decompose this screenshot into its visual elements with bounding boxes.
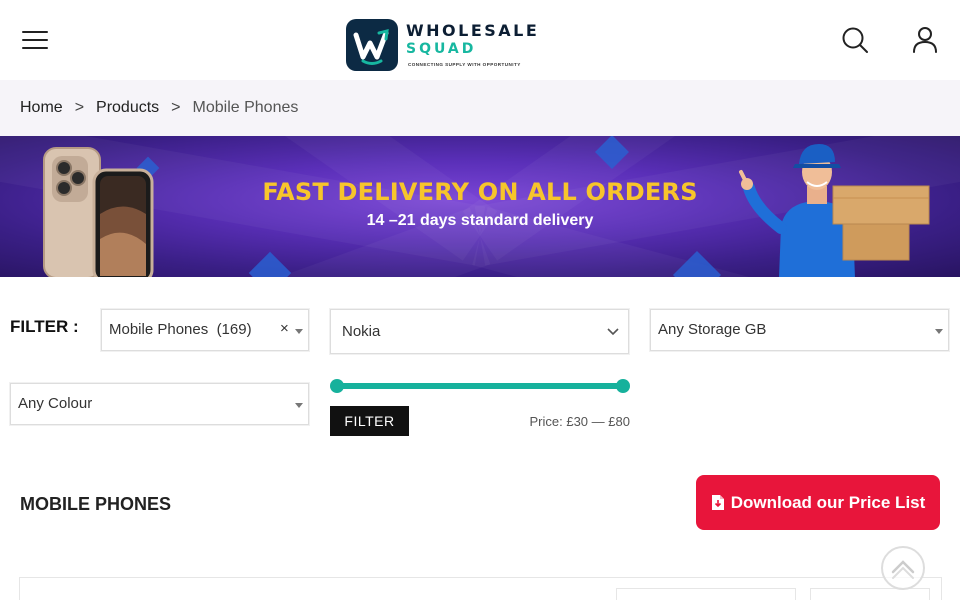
logo-mark-icon bbox=[346, 19, 398, 71]
download-price-list-label: Download our Price List bbox=[730, 492, 926, 512]
hamburger-icon[interactable] bbox=[22, 30, 48, 50]
storage-select-value: Any Storage GB bbox=[658, 321, 767, 338]
filter-label: FILTER : bbox=[10, 317, 79, 336]
price-range-label: Price: £30 — £80 bbox=[529, 414, 630, 429]
site-logo[interactable]: WHOLESALE SQUAD CONNECTING SUPPLY WITH O… bbox=[346, 18, 556, 72]
product-listing-card bbox=[19, 577, 942, 600]
breadcrumb-home-link[interactable]: Home bbox=[20, 99, 63, 117]
category-select-value: Mobile Phones (169) bbox=[109, 321, 252, 338]
section-title: MOBILE PHONES bbox=[20, 494, 172, 514]
price-label: Price: bbox=[529, 414, 563, 429]
scroll-to-top-button[interactable] bbox=[881, 546, 925, 590]
breadcrumb-current: Mobile Phones bbox=[192, 99, 299, 116]
breadcrumb: Home > Products > Mobile Phones bbox=[0, 80, 960, 136]
price-slider-min-handle[interactable] bbox=[330, 379, 344, 393]
storage-select[interactable]: Any Storage GB bbox=[650, 309, 949, 351]
download-price-list-button[interactable]: Download our Price List bbox=[696, 475, 940, 530]
breadcrumb-separator: > bbox=[171, 99, 181, 116]
chevron-down-icon bbox=[607, 328, 619, 336]
breadcrumb-products-link[interactable]: Products bbox=[96, 99, 159, 117]
price-min: £30 bbox=[566, 414, 589, 429]
dropdown-caret-icon bbox=[295, 329, 303, 334]
clear-selection-icon[interactable]: × bbox=[280, 320, 289, 337]
colour-select-value: Any Colour bbox=[18, 395, 93, 412]
site-header: WHOLESALE SQUAD CONNECTING SUPPLY WITH O… bbox=[0, 0, 960, 80]
delivery-person-illustration bbox=[739, 144, 930, 277]
logo-wordmark-secondary: SQUAD bbox=[406, 41, 477, 57]
dropdown-caret-icon bbox=[295, 403, 303, 408]
file-download-icon bbox=[711, 495, 724, 510]
price-range-slider[interactable] bbox=[337, 383, 623, 389]
breadcrumb-separator: > bbox=[74, 99, 85, 116]
brand-select[interactable]: Nokia bbox=[330, 309, 629, 354]
promo-banner[interactable]: FAST DELIVERY ON ALL ORDERS 14 –21 days … bbox=[0, 136, 960, 277]
dropdown-caret-icon bbox=[935, 329, 943, 334]
price-dash: — bbox=[591, 414, 605, 429]
phones-illustration bbox=[43, 147, 154, 277]
price-max: £80 bbox=[608, 414, 630, 429]
price-slider-max-handle[interactable] bbox=[616, 379, 630, 393]
chevron-up-icon bbox=[891, 560, 915, 579]
search-icon[interactable] bbox=[839, 24, 871, 56]
brand-select-value: Nokia bbox=[342, 323, 381, 340]
filter-button[interactable]: FILTER bbox=[330, 406, 409, 436]
category-select[interactable]: Mobile Phones (169) × bbox=[101, 309, 309, 351]
logo-wordmark-primary: WHOLESALE bbox=[406, 21, 540, 40]
sort-control[interactable] bbox=[616, 588, 796, 600]
decorative-cube bbox=[248, 251, 292, 277]
colour-select[interactable]: Any Colour bbox=[10, 383, 309, 425]
logo-tagline: CONNECTING SUPPLY WITH OPPORTUNITY bbox=[408, 62, 521, 67]
user-icon[interactable] bbox=[909, 24, 941, 56]
